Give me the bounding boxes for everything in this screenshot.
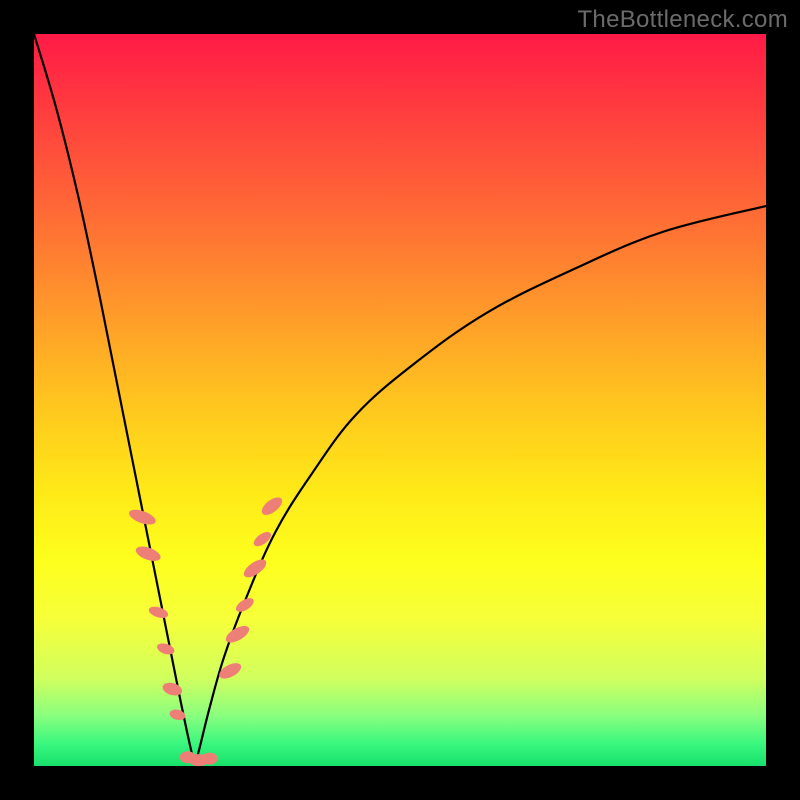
curve-marker xyxy=(223,623,252,646)
chart-frame: TheBottleneck.com xyxy=(0,0,800,800)
curve-marker xyxy=(234,595,256,614)
curve-marker xyxy=(259,494,285,518)
curve-marker xyxy=(156,641,176,656)
plot-area xyxy=(34,34,766,766)
curve-marker xyxy=(202,753,218,765)
curve-marker xyxy=(147,604,169,620)
curve-marker xyxy=(251,529,273,549)
curve-marker xyxy=(134,544,163,564)
bottleneck-curve xyxy=(34,34,766,762)
chart-svg xyxy=(34,34,766,766)
watermark-text: TheBottleneck.com xyxy=(577,6,788,34)
